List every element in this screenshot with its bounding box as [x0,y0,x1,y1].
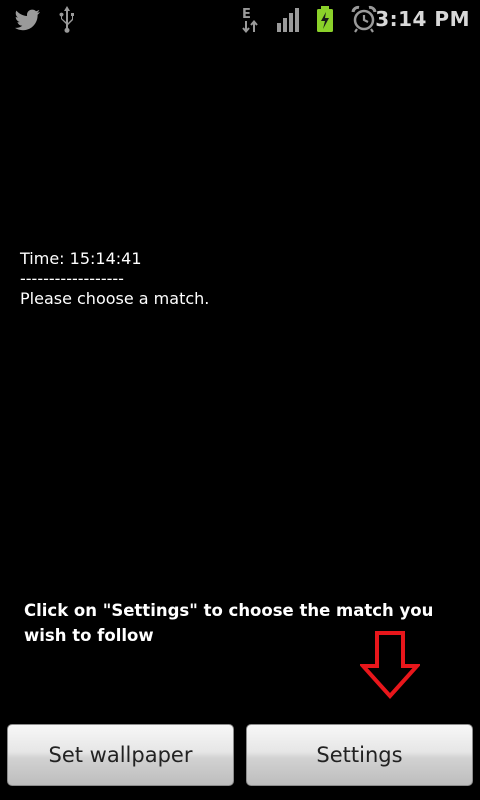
match-info: Time: 15:14:41 ------------------ Please… [20,249,209,309]
down-arrow-icon [360,631,420,699]
time-line: Time: 15:14:41 [20,249,142,268]
screen: E 3:14 PM Time: 15:14:41 ---------------… [0,0,480,800]
twitter-icon [15,9,40,31]
set-wallpaper-button[interactable]: Set wallpaper [7,724,234,786]
settings-button[interactable]: Settings [246,724,473,786]
network-type-label: E [242,7,251,22]
status-message: Please choose a match. [20,289,210,308]
edge-data-icon: E [242,7,258,34]
status-time: 3:14 PM [375,7,470,31]
usb-icon [59,6,74,33]
status-bar: E 3:14 PM [0,0,480,38]
battery-charging-icon [317,6,333,32]
signal-icon [277,8,299,32]
alarm-icon [351,5,377,33]
separator-line: ------------------ [20,269,124,288]
